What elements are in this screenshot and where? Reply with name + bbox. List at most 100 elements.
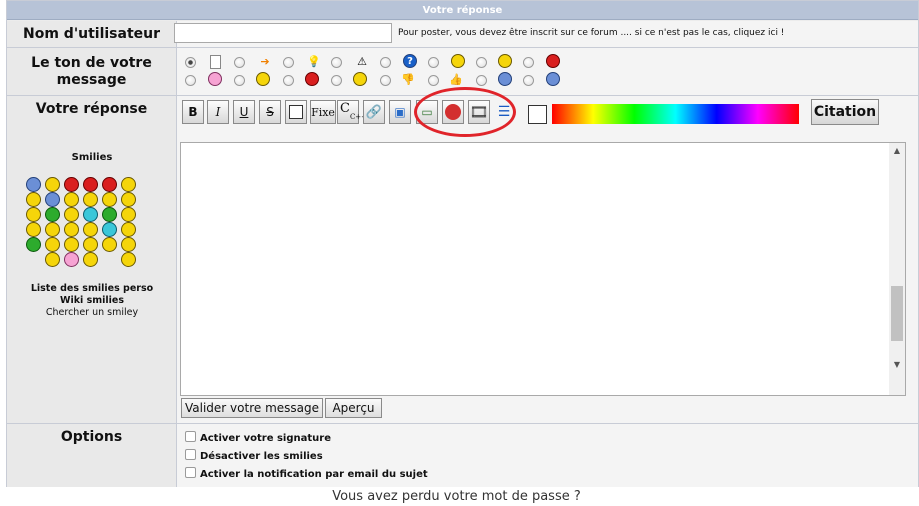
tone-radio-none[interactable] (185, 57, 196, 68)
tone-label: Le ton de votre message (7, 48, 177, 96)
pink-sad-icon (208, 72, 222, 86)
strike-button[interactable]: S (259, 100, 281, 124)
arrow-right-icon: ➔ (260, 54, 270, 68)
smiley-icon[interactable] (121, 222, 136, 237)
color-swatch[interactable] (528, 105, 547, 124)
smilies-list-link[interactable]: Liste des smilies perso (7, 283, 177, 294)
smiley-icon[interactable] (102, 237, 117, 252)
scroll-up-icon[interactable]: ▲ (889, 143, 905, 159)
smiley-icon[interactable] (121, 192, 136, 207)
smiley-icon[interactable] (26, 237, 41, 252)
smiley-icon[interactable] (45, 237, 60, 252)
tone-radio-smile[interactable] (476, 57, 487, 68)
smiley-icon[interactable] (64, 252, 79, 267)
options-label: Options (7, 424, 177, 487)
tone-radio-arrow[interactable] (283, 57, 294, 68)
smiley-icon[interactable] (83, 222, 98, 237)
bold-button[interactable]: B (182, 100, 204, 124)
smiley-icon[interactable] (45, 222, 60, 237)
tone-radio-grin[interactable] (283, 75, 294, 86)
tone-radio-idea[interactable] (331, 57, 342, 68)
wiki-smilies-link[interactable]: Wiki smilies (7, 295, 177, 306)
wink-icon (353, 72, 367, 86)
form-header: Votre réponse (7, 1, 918, 20)
link-icon: 🔗 (365, 104, 383, 120)
smile-icon (451, 54, 465, 68)
smiley-icon[interactable] (83, 177, 98, 192)
smiley-icon[interactable] (83, 252, 98, 267)
color-picker[interactable] (552, 104, 799, 124)
fixe-button[interactable]: Fixe (310, 100, 336, 124)
thumbs-up-icon: 👍 (449, 72, 463, 86)
lightbulb-icon: 💡 (307, 54, 321, 68)
disable-smilies-label: Désactiver les smilies (200, 451, 323, 462)
thumbs-down-icon: 👎 (401, 72, 415, 86)
smiley-icon[interactable] (45, 207, 60, 222)
smilies-title: Smilies (71, 152, 113, 163)
scroll-thumb[interactable] (891, 286, 903, 341)
notify-checkbox[interactable] (185, 467, 196, 478)
smiley-icon[interactable] (102, 177, 117, 192)
tone-radio-sad[interactable] (185, 75, 196, 86)
grin-icon (256, 72, 270, 86)
tone-radio-warning[interactable] (380, 57, 391, 68)
smiley-icon[interactable] (121, 252, 136, 267)
smiley-icon[interactable] (121, 237, 136, 252)
smiley-icon[interactable] (64, 237, 79, 252)
notify-label: Activer la notification par email du suj… (200, 469, 428, 480)
reply-label: Votre réponse (35, 101, 148, 117)
smiley-icon[interactable] (121, 207, 136, 222)
smiley-icon[interactable] (102, 207, 117, 222)
smiley-icon[interactable] (83, 192, 98, 207)
reply-textarea[interactable] (180, 142, 906, 396)
submit-button[interactable]: Valider votre message (181, 398, 323, 418)
code-button[interactable]: C C++ (337, 100, 367, 124)
tone-radio-happy[interactable] (523, 57, 534, 68)
citation-button[interactable]: Citation (811, 99, 879, 125)
smiley-icon[interactable] (102, 192, 117, 207)
textarea-scrollbar[interactable]: ▲ ▼ (889, 143, 905, 395)
smiley-icon[interactable] (26, 177, 41, 192)
lost-password-link[interactable]: Vous avez perdu votre mot de passe ? (0, 489, 913, 504)
image-button[interactable]: ▣ (389, 100, 411, 124)
smiley-icon[interactable] (64, 192, 79, 207)
disable-smilies-checkbox[interactable] (185, 449, 196, 460)
smiley-icon[interactable] (45, 192, 60, 207)
tone-radio-confused[interactable] (523, 75, 534, 86)
smiley-icon[interactable] (26, 207, 41, 222)
smiley-icon[interactable] (26, 222, 41, 237)
tone-radio-mad[interactable] (331, 75, 342, 86)
tone-radio-page[interactable] (234, 57, 245, 68)
link-button[interactable]: 🔗 (363, 100, 385, 124)
smiley-icon[interactable] (64, 177, 79, 192)
underline-button[interactable]: U (233, 100, 255, 124)
warning-icon: ⚠ (357, 54, 367, 68)
smiley-icon[interactable] (83, 207, 98, 222)
tone-radio-wink[interactable] (380, 75, 391, 86)
tone-radio-question[interactable] (428, 57, 439, 68)
red-mad-icon (305, 72, 319, 86)
register-hint[interactable]: Pour poster, vous devez être inscrit sur… (398, 28, 784, 38)
box-button[interactable] (285, 100, 307, 124)
smiley-icon[interactable] (121, 177, 136, 192)
smiley-icon[interactable] (102, 222, 117, 237)
page-icon (210, 55, 221, 69)
smile-icon-2 (498, 54, 512, 68)
angry-icon (546, 54, 560, 68)
smiley-icon[interactable] (45, 252, 60, 267)
scroll-down-icon[interactable]: ▼ (889, 357, 905, 373)
preview-button[interactable]: Aperçu (325, 398, 382, 418)
smiley-icon[interactable] (64, 207, 79, 222)
username-input[interactable] (174, 23, 392, 43)
smiley-icon[interactable] (45, 177, 60, 192)
smiley-icon[interactable] (64, 222, 79, 237)
smiley-icon[interactable] (26, 192, 41, 207)
username-label: Nom d'utilisateur (7, 21, 177, 48)
tone-radio-pink[interactable] (234, 75, 245, 86)
tone-radio-up[interactable] (476, 75, 487, 86)
search-smiley-link[interactable]: Chercher un smiley (7, 307, 177, 318)
italic-button[interactable]: I (207, 100, 229, 124)
signature-checkbox[interactable] (185, 431, 196, 442)
smiley-icon[interactable] (83, 237, 98, 252)
tone-radio-down[interactable] (428, 75, 439, 86)
